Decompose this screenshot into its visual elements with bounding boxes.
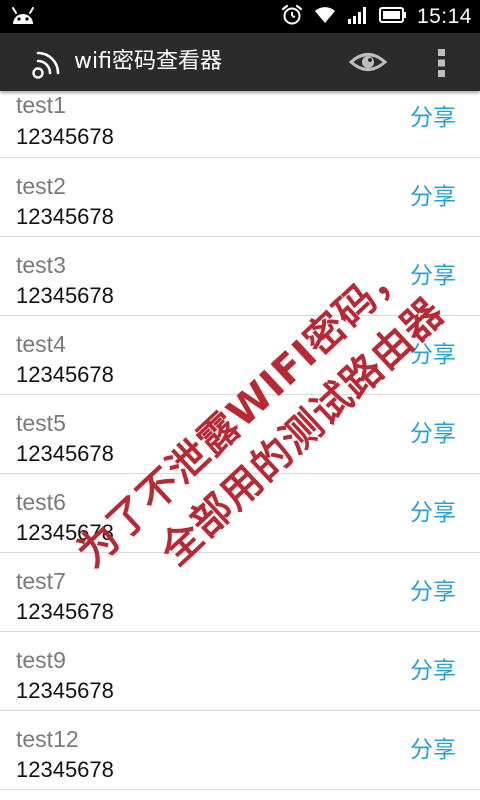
alarm-icon — [281, 4, 303, 30]
signal-icon — [347, 5, 369, 29]
password-label: 12345678 — [16, 283, 114, 308]
list-item[interactable]: test6 12345678 分享 — [0, 474, 480, 553]
list-item[interactable]: test5 12345678 分享 — [0, 395, 480, 474]
ssid-label: test9 — [16, 647, 66, 673]
share-button[interactable]: 分享 — [410, 340, 456, 370]
wifi-list[interactable]: test1 12345678 分享 test2 12345678 分享 test… — [0, 91, 480, 800]
ssid-label: test6 — [16, 489, 66, 515]
password-label: 12345678 — [16, 678, 114, 703]
status-time: 15:14 — [416, 4, 472, 28]
password-label: 12345678 — [16, 599, 114, 624]
app-title: wifi密码查看器 — [74, 49, 222, 74]
list-item[interactable]: test3 12345678 分享 — [0, 237, 480, 316]
share-button[interactable]: 分享 — [410, 735, 456, 765]
ssid-label: test2 — [16, 173, 66, 199]
share-button[interactable]: 分享 — [410, 182, 456, 212]
ssid-label: test1 — [16, 92, 66, 118]
ssid-label: test7 — [16, 568, 66, 594]
eye-icon[interactable] — [348, 47, 388, 77]
ssid-label: test3 — [16, 252, 66, 278]
list-item[interactable]: test4 12345678 分享 — [0, 316, 480, 395]
action-bar: wifi密码查看器 — [0, 33, 480, 91]
share-button[interactable]: 分享 — [410, 103, 456, 133]
password-label: 12345678 — [16, 441, 114, 466]
share-button[interactable]: 分享 — [410, 577, 456, 607]
password-label: 12345678 — [16, 520, 114, 545]
android-icon — [10, 6, 36, 26]
password-label: 12345678 — [16, 362, 114, 387]
ssid-label: test5 — [16, 410, 66, 436]
list-item[interactable]: test12 12345678 分享 — [0, 711, 480, 790]
share-button[interactable]: 分享 — [410, 498, 456, 528]
ssid-label: test4 — [16, 331, 66, 357]
overflow-menu-icon[interactable] — [430, 47, 454, 79]
list-item[interactable]: test7 12345678 分享 — [0, 553, 480, 632]
share-button[interactable]: 分享 — [410, 656, 456, 686]
wifi-app-icon — [30, 45, 66, 81]
status-bar: 15:14 — [0, 0, 480, 33]
share-button[interactable]: 分享 — [410, 419, 456, 449]
list-item[interactable]: test9 12345678 分享 — [0, 632, 480, 711]
password-label: 12345678 — [16, 124, 114, 149]
list-item[interactable]: test2 12345678 分享 — [0, 158, 480, 237]
battery-icon — [378, 6, 407, 28]
list-item[interactable]: test1 12345678 分享 — [0, 91, 480, 158]
share-button[interactable]: 分享 — [410, 261, 456, 291]
wifi-icon — [313, 5, 337, 29]
phone-screen: 15:14 wifi密码查看器 test1 12345678 分享 test2 … — [0, 0, 480, 800]
password-label: 12345678 — [16, 757, 114, 782]
password-label: 12345678 — [16, 204, 114, 229]
ssid-label: test12 — [16, 726, 79, 752]
